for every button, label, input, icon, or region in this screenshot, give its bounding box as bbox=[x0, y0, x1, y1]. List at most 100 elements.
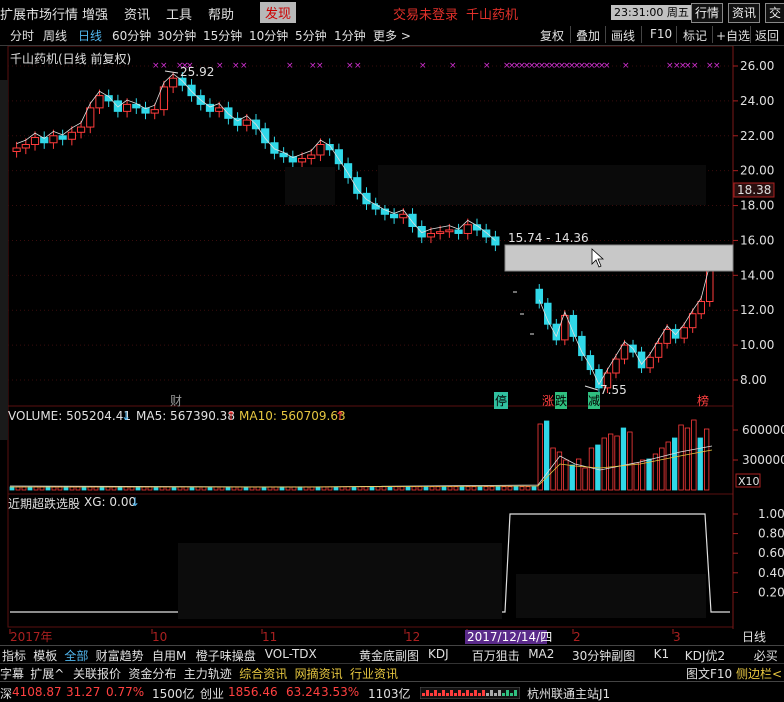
candle[interactable] bbox=[12, 147, 21, 152]
period-30min[interactable]: 30分钟 bbox=[157, 27, 196, 44]
add-watchlist-button[interactable]: +自选 bbox=[716, 27, 750, 44]
candle[interactable] bbox=[535, 288, 544, 304]
f10-button[interactable]: F10 bbox=[650, 27, 672, 41]
candle[interactable] bbox=[316, 144, 325, 156]
indicator-tab[interactable]: VOL-TDX bbox=[265, 647, 317, 661]
f10-text-tab[interactable]: 图文F10 bbox=[686, 665, 732, 682]
info-tab[interactable]: 关联报价 bbox=[73, 665, 121, 682]
indicator-tab[interactable]: K1 bbox=[654, 647, 670, 661]
candle[interactable] bbox=[30, 137, 40, 146]
candle[interactable] bbox=[445, 229, 454, 233]
indicator-tab[interactable]: 黄金底副图 bbox=[359, 647, 419, 664]
menu-help[interactable]: 帮助 bbox=[208, 4, 234, 23]
info-tab[interactable]: 资金分布 bbox=[128, 665, 176, 682]
badge-financial[interactable]: 财 bbox=[170, 392, 182, 409]
info-tab[interactable]: 字幕 bbox=[0, 665, 24, 682]
candle[interactable] bbox=[95, 95, 104, 109]
menu-extended-market[interactable]: 扩展市场行情 bbox=[0, 4, 78, 23]
badge-reduce[interactable]: 减 bbox=[588, 392, 601, 409]
menu-tools[interactable]: 工具 bbox=[166, 4, 192, 23]
candle[interactable] bbox=[671, 328, 680, 339]
candle[interactable] bbox=[463, 224, 472, 234]
candle[interactable] bbox=[343, 163, 353, 179]
badge-suspended[interactable]: 停 bbox=[494, 392, 509, 409]
indicator-tab[interactable]: 财富趋势 bbox=[96, 647, 144, 664]
info-tab[interactable]: 扩展^ bbox=[30, 665, 64, 682]
candle[interactable] bbox=[270, 142, 279, 154]
selection-range-box[interactable] bbox=[504, 244, 734, 272]
period-5min[interactable]: 5分钟 bbox=[295, 27, 327, 44]
candle[interactable] bbox=[612, 358, 620, 374]
period-1min[interactable]: 1分钟 bbox=[334, 27, 366, 44]
candle[interactable] bbox=[454, 229, 463, 234]
kline-chart[interactable]: 26.00 24.00 22.00 20.00 18.00 16.00 14.00 12.00… bbox=[0, 46, 784, 646]
candle[interactable] bbox=[159, 86, 169, 111]
candle[interactable] bbox=[646, 356, 654, 369]
indicator-tab[interactable]: 全部 bbox=[64, 647, 88, 664]
period-60min[interactable]: 60分钟 bbox=[112, 27, 151, 44]
candle[interactable] bbox=[150, 109, 159, 114]
indicator-tab[interactable]: 指标 bbox=[2, 647, 26, 664]
badge-limit-down[interactable]: 跌 bbox=[555, 392, 568, 409]
indicator-tab[interactable]: 必买 bbox=[754, 647, 778, 664]
badge-limit-up[interactable]: 涨 bbox=[542, 392, 554, 409]
trade-login-notice[interactable]: 交易未登录 bbox=[393, 4, 458, 23]
back-button[interactable]: 返回 bbox=[755, 27, 779, 44]
badge-list[interactable]: 榜 bbox=[697, 392, 709, 409]
candle[interactable] bbox=[67, 131, 76, 140]
candle[interactable] bbox=[362, 192, 371, 205]
candle[interactable] bbox=[426, 232, 436, 238]
menu-news[interactable]: 资讯 bbox=[124, 4, 150, 23]
period-more[interactable]: 更多 > bbox=[373, 27, 411, 44]
indicator-tab[interactable]: 30分钟副图 bbox=[572, 647, 635, 664]
indicator-tab[interactable]: 橙子味操盘 bbox=[196, 647, 256, 664]
indicator-tab[interactable]: KDJ bbox=[428, 647, 449, 661]
mark-button[interactable]: 标记 bbox=[683, 27, 707, 44]
indicator-tab[interactable]: MA2 bbox=[528, 647, 554, 661]
candle[interactable] bbox=[242, 119, 251, 126]
candle[interactable] bbox=[215, 107, 224, 112]
period-daily[interactable]: 日线 bbox=[78, 27, 102, 44]
candle[interactable] bbox=[297, 157, 307, 163]
period-intraday[interactable]: 分时 bbox=[10, 27, 34, 44]
candle[interactable] bbox=[654, 342, 663, 358]
indicator-tab[interactable]: 自用M bbox=[152, 647, 186, 664]
candle[interactable] bbox=[307, 154, 316, 159]
candle[interactable] bbox=[86, 107, 95, 128]
candle[interactable] bbox=[49, 135, 58, 144]
market-button[interactable]: 行情 bbox=[691, 3, 724, 23]
info-tab[interactable]: 主力轨迹 bbox=[184, 665, 232, 682]
overlay-button[interactable]: 叠加 bbox=[576, 27, 600, 44]
sidebar-toggle[interactable]: 侧边栏< bbox=[736, 665, 782, 682]
info-tab[interactable]: 综合资讯 bbox=[239, 665, 287, 682]
info-tab[interactable]: 网摘资讯 bbox=[295, 665, 343, 682]
candle[interactable] bbox=[353, 177, 362, 194]
candle[interactable] bbox=[620, 344, 629, 360]
menu-enhance[interactable]: 增强 bbox=[82, 4, 108, 23]
indicator-tab[interactable]: 模板 bbox=[33, 647, 57, 664]
period-weekly[interactable]: 周线 bbox=[43, 27, 67, 44]
menu-discover[interactable]: 发现 bbox=[260, 2, 297, 23]
period-10min[interactable]: 10分钟 bbox=[249, 27, 288, 44]
candle[interactable] bbox=[663, 328, 671, 344]
info-tab[interactable]: 行业资讯 bbox=[350, 665, 398, 682]
candle[interactable] bbox=[334, 149, 343, 165]
draw-line-button[interactable]: 画线 bbox=[611, 27, 635, 44]
news-button[interactable]: 资讯 bbox=[728, 3, 761, 23]
candle[interactable] bbox=[122, 103, 132, 112]
candle[interactable] bbox=[436, 231, 445, 234]
candle[interactable] bbox=[224, 107, 233, 119]
left-sidebar-strip[interactable] bbox=[0, 80, 8, 440]
candle[interactable] bbox=[113, 100, 122, 112]
candle[interactable] bbox=[169, 77, 178, 88]
candle[interactable] bbox=[680, 327, 688, 339]
indicator-tab[interactable]: 百万狙击 bbox=[472, 647, 520, 664]
indicator-tab[interactable]: KDJ优2 bbox=[685, 647, 725, 664]
candle[interactable] bbox=[697, 301, 705, 315]
restore-rights-button[interactable]: 复权 bbox=[540, 27, 564, 44]
candle[interactable] bbox=[58, 135, 67, 140]
candle[interactable] bbox=[21, 144, 30, 149]
trade-button[interactable]: 交易 bbox=[765, 3, 784, 38]
candle[interactable] bbox=[390, 213, 399, 219]
candle[interactable] bbox=[399, 213, 408, 219]
